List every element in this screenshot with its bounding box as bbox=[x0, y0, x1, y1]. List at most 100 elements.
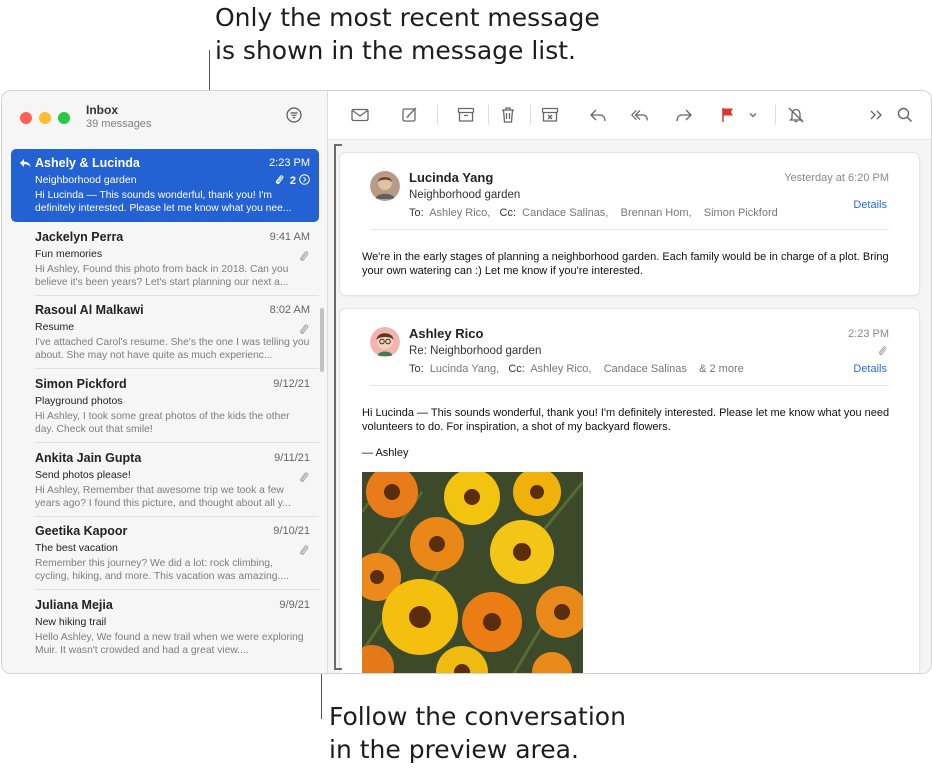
recipient[interactable]: Ashley Rico, bbox=[429, 207, 490, 219]
message-row[interactable]: Simon Pickford 9/12/21 Playground photos… bbox=[11, 370, 319, 443]
cc-label: Cc: bbox=[508, 363, 525, 375]
message-subject: The best vacation bbox=[35, 542, 118, 554]
row-divider bbox=[35, 368, 319, 369]
toolbar bbox=[328, 91, 931, 139]
message-preview: Hi Ashley, I took some great photos of t… bbox=[35, 411, 290, 435]
message-row[interactable]: Juliana Mejia 9/9/21 New hiking trail He… bbox=[11, 591, 319, 664]
close-window-button[interactable] bbox=[20, 112, 32, 124]
message-signature: — Ashley bbox=[362, 447, 409, 459]
message-subject: Resume bbox=[35, 321, 75, 333]
recipient[interactable]: Lucinda Yang, bbox=[430, 363, 499, 375]
message-sender: Juliana Mejia bbox=[35, 598, 113, 612]
message-subject: Send photos please! bbox=[35, 469, 131, 481]
compose-icon[interactable] bbox=[400, 106, 420, 124]
recipients: To: Ashley Rico, Cc: Candace Salinas, Br… bbox=[409, 207, 778, 219]
conversation-bracket bbox=[334, 144, 342, 670]
message-row[interactable]: Jackelyn Perra 9:41 AM Fun memories Hi A… bbox=[11, 223, 319, 296]
message-preview: Hi Lucinda — This sounds wonderful, than… bbox=[35, 190, 292, 214]
mailbox-count: 39 messages bbox=[86, 118, 152, 130]
message-sender: Simon Pickford bbox=[35, 377, 127, 391]
message-subject: Neighborhood garden bbox=[409, 189, 521, 201]
message-sender: Ashely & Lucinda bbox=[35, 156, 140, 170]
thread-chevron-icon[interactable] bbox=[299, 174, 310, 185]
message-list-scrollbar[interactable] bbox=[320, 308, 324, 372]
message-date: 9:41 AM bbox=[269, 231, 310, 243]
header-divider bbox=[370, 229, 889, 230]
recipient[interactable]: Candace Salinas, bbox=[522, 207, 608, 219]
details-link[interactable]: Details bbox=[853, 363, 887, 375]
attachment-icon bbox=[878, 346, 887, 356]
recipient[interactable]: Candace Salinas bbox=[604, 363, 687, 375]
message-preview: Hello Ashley, We found a new trail when … bbox=[35, 632, 304, 656]
attachment-icon bbox=[300, 324, 309, 334]
message-list: Ashely & Lucinda 2:23 PM Neighborhood ga… bbox=[2, 149, 327, 673]
attachment-icon bbox=[275, 175, 284, 185]
message-sender: Geetika Kapoor bbox=[35, 524, 128, 538]
junk-icon[interactable] bbox=[540, 106, 560, 124]
flowers-photo[interactable] bbox=[362, 472, 583, 674]
reply-all-icon[interactable] bbox=[630, 106, 650, 124]
toolbar-divider bbox=[530, 105, 531, 125]
trash-icon[interactable] bbox=[498, 106, 518, 124]
message-body: We're in the early stages of planning a … bbox=[362, 251, 889, 277]
message-subject: Playground photos bbox=[35, 395, 123, 407]
recipient[interactable]: Simon Pickford bbox=[704, 207, 778, 219]
message-date: 8:02 AM bbox=[269, 304, 310, 316]
message-date: 9/10/21 bbox=[273, 525, 310, 537]
message-preview: Hi Ashley, Found this photo from back in… bbox=[35, 264, 289, 288]
more-recipients[interactable]: & 2 more bbox=[699, 363, 744, 375]
message-sender: Ankita Jain Gupta bbox=[35, 451, 142, 465]
message-date: 9/11/21 bbox=[274, 452, 310, 464]
search-icon[interactable] bbox=[895, 106, 915, 124]
replied-icon bbox=[20, 159, 31, 167]
to-label: To: bbox=[409, 207, 424, 219]
mute-bell-icon[interactable] bbox=[786, 106, 806, 124]
chevron-down-icon[interactable] bbox=[746, 106, 760, 124]
row-divider bbox=[35, 442, 319, 443]
message-row-selected[interactable]: Ashely & Lucinda 2:23 PM Neighborhood ga… bbox=[11, 149, 319, 222]
thread-meta: 2 bbox=[275, 174, 310, 187]
toolbar-divider bbox=[775, 105, 776, 125]
message-date: Yesterday at 6:20 PM bbox=[784, 172, 889, 184]
message-preview: Remember this journey? We did a lot: roc… bbox=[35, 558, 289, 582]
recipients: To: Lucinda Yang, Cc: Ashley Rico, Canda… bbox=[409, 363, 744, 375]
thread-count: 2 bbox=[289, 175, 296, 187]
conversation-message[interactable]: Lucinda Yang Yesterday at 6:20 PM Neighb… bbox=[340, 153, 919, 295]
recipient[interactable]: Ashley Rico, bbox=[530, 363, 591, 375]
message-row[interactable]: Rasoul Al Malkawi 8:02 AM Resume I've at… bbox=[11, 296, 319, 369]
avatar bbox=[370, 327, 400, 357]
recipient[interactable]: Brennan Hom, bbox=[621, 207, 692, 219]
reply-icon[interactable] bbox=[588, 106, 608, 124]
toolbar-divider bbox=[488, 105, 489, 125]
avatar bbox=[370, 171, 400, 201]
envelope-icon[interactable] bbox=[350, 106, 370, 124]
details-link[interactable]: Details bbox=[853, 199, 887, 211]
message-subject: Neighborhood garden bbox=[35, 174, 137, 186]
archive-icon[interactable] bbox=[456, 106, 476, 124]
message-date: 9/9/21 bbox=[279, 599, 310, 611]
minimize-window-button[interactable] bbox=[39, 112, 51, 124]
callout-line: Only the most recent message bbox=[215, 3, 600, 32]
message-preview: I've attached Carol's resume. She's the … bbox=[35, 337, 310, 361]
zoom-window-button[interactable] bbox=[58, 112, 70, 124]
conversation-message[interactable]: Ashley Rico 2:23 PM Re: Neighborhood gar… bbox=[340, 309, 919, 674]
callout-line: Follow the conversation bbox=[329, 702, 626, 731]
message-row[interactable]: Ankita Jain Gupta 9/11/21 Send photos pl… bbox=[11, 444, 319, 517]
message-subject: Fun memories bbox=[35, 248, 103, 260]
message-sender: Jackelyn Perra bbox=[35, 230, 124, 244]
callout-preview-area: Follow the conversation in the preview a… bbox=[329, 700, 626, 766]
attachment-icon bbox=[300, 251, 309, 261]
message-row[interactable]: Geetika Kapoor 9/10/21 The best vacation… bbox=[11, 517, 319, 590]
forward-icon[interactable] bbox=[674, 106, 694, 124]
toolbar-divider bbox=[437, 105, 438, 125]
callout-message-list: Only the most recent message is shown in… bbox=[215, 1, 600, 67]
message-subject: Re: Neighborhood garden bbox=[409, 345, 542, 357]
filter-icon[interactable] bbox=[286, 107, 302, 123]
more-chevrons-icon[interactable] bbox=[866, 106, 886, 124]
to-label: To: bbox=[409, 363, 424, 375]
mail-window: Inbox 39 messages Ashely & Lucinda 2:23 … bbox=[1, 90, 932, 674]
sender-name: Lucinda Yang bbox=[409, 170, 494, 185]
flag-icon[interactable] bbox=[718, 106, 738, 124]
message-sender: Rasoul Al Malkawi bbox=[35, 303, 144, 317]
attachment-icon bbox=[300, 545, 309, 555]
